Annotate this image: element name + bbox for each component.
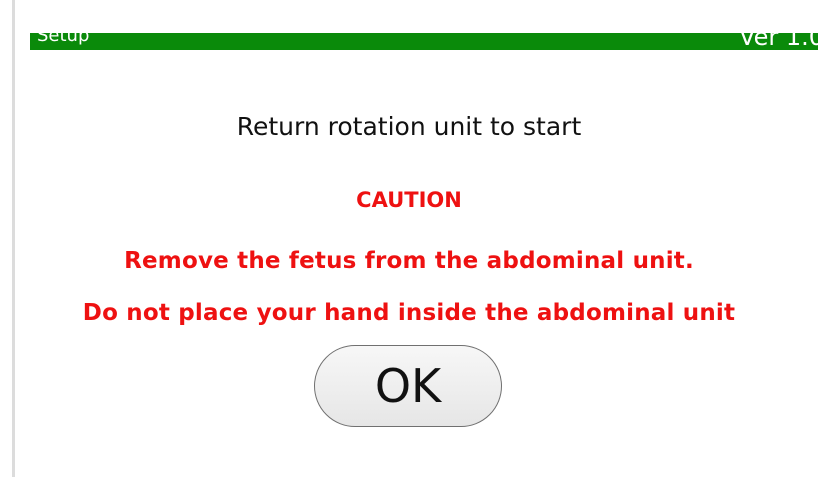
ok-button[interactable]: OK xyxy=(314,345,502,427)
header-title: Setup xyxy=(37,33,90,46)
caution-heading: CAUTION xyxy=(356,188,462,212)
window-left-border xyxy=(12,0,15,477)
warning-remove-fetus: Remove the fetus from the abdominal unit… xyxy=(124,248,694,274)
setup-screen: Setup Ver 1.0 Return rotation unit to st… xyxy=(0,0,818,477)
warning-hand-inside: Do not place your hand inside the abdomi… xyxy=(82,300,736,326)
header-bar: Setup Ver 1.0 xyxy=(30,33,818,50)
version-label: Ver 1.0 xyxy=(739,33,818,50)
instruction-text: Return rotation unit to start xyxy=(236,112,582,141)
